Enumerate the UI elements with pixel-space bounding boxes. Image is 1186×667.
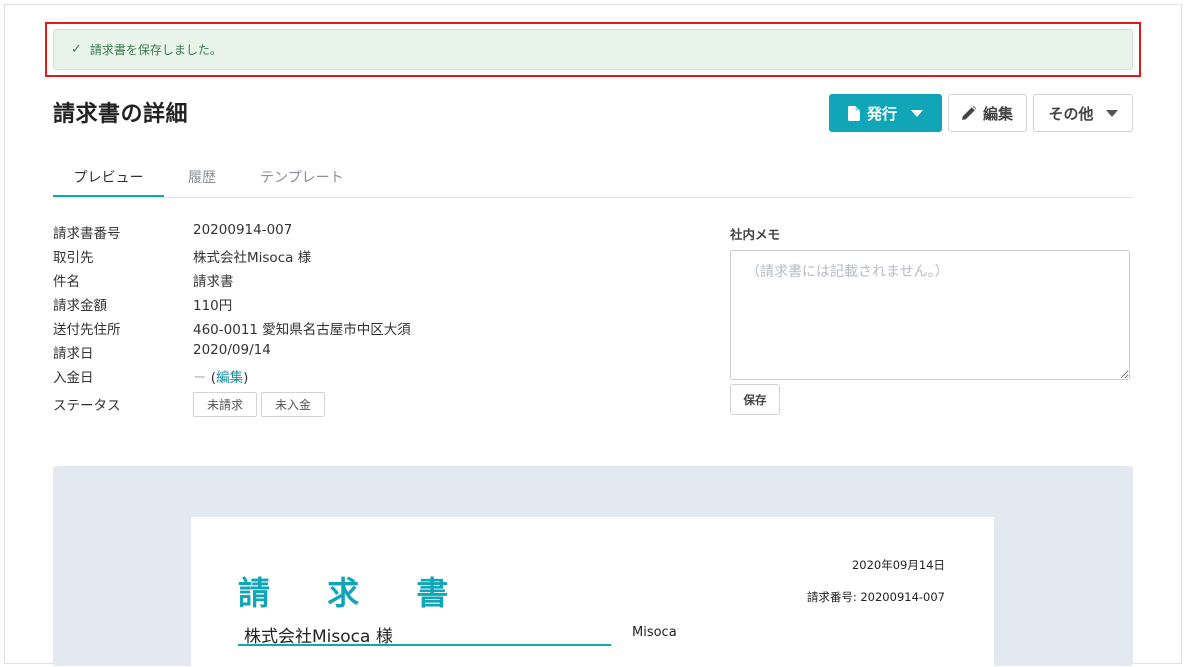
edit-button-label: 編集 xyxy=(982,104,1013,123)
detail-label: ステータス xyxy=(53,398,121,414)
payment-date-value: － (編集) xyxy=(193,366,248,386)
invoice-doc-client: 株式会社Misoca 様 xyxy=(238,622,611,647)
client-link[interactable]: 株式会社Misoca 様 xyxy=(193,246,311,266)
invoice-doc-number: 請求番号: 20200914-007 xyxy=(806,590,945,604)
status-badge-unpaid: 未入金 xyxy=(261,392,326,417)
invoice-date-value: 2020/09/14 xyxy=(193,342,271,358)
tab-bar: プレビュー 履歴 テンプレート xyxy=(53,158,1133,198)
issue-button-label: 発行 xyxy=(866,104,897,123)
other-menu-button[interactable]: その他 xyxy=(1033,94,1133,132)
page-title: 請求書の詳細 xyxy=(53,102,189,127)
memo-label: 社内メモ xyxy=(730,227,781,242)
pencil-icon xyxy=(961,106,976,120)
chevron-down-icon xyxy=(1105,109,1118,117)
status-badge-unbilled: 未請求 xyxy=(193,392,258,417)
tab-history[interactable]: 履歴 xyxy=(188,158,216,196)
issue-button[interactable]: 発行 xyxy=(829,94,942,132)
payment-date-edit-link[interactable]: 編集 xyxy=(216,370,243,386)
other-button-label: その他 xyxy=(1048,104,1094,123)
detail-label: 請求書番号 xyxy=(53,226,121,242)
amount-value: 110円 xyxy=(193,298,233,314)
detail-label: 請求金額 xyxy=(53,298,107,314)
detail-label: 件名 xyxy=(53,274,80,290)
invoice-number-value: 20200914-007 xyxy=(193,222,293,238)
alert-highlight-box xyxy=(45,22,1141,77)
tab-preview[interactable]: プレビュー xyxy=(53,158,164,197)
chevron-down-icon xyxy=(911,109,923,117)
empty-dash: － xyxy=(193,370,207,386)
memo-textarea[interactable] xyxy=(730,250,1130,380)
invoice-doc-title: 請 求 書 xyxy=(238,574,472,612)
invoice-doc-company: Misoca xyxy=(632,625,677,640)
memo-save-button[interactable]: 保存 xyxy=(730,384,780,415)
status-badges: 未請求 未入金 xyxy=(193,392,329,417)
subject-value: 請求書 xyxy=(193,274,234,290)
detail-label: 送付先住所 xyxy=(53,322,121,338)
paren-close: ) xyxy=(243,370,249,386)
detail-label: 請求日 xyxy=(53,346,94,362)
edit-button[interactable]: 編集 xyxy=(948,94,1027,132)
address-value: 460-0011 愛知県名古屋市中区大須 xyxy=(193,322,411,338)
tab-template[interactable]: テンプレート xyxy=(260,158,344,196)
invoice-doc-date: 2020年09月14日 xyxy=(851,558,945,572)
detail-label: 取引先 xyxy=(53,250,94,266)
detail-label: 入金日 xyxy=(53,370,94,386)
document-icon xyxy=(847,105,860,121)
